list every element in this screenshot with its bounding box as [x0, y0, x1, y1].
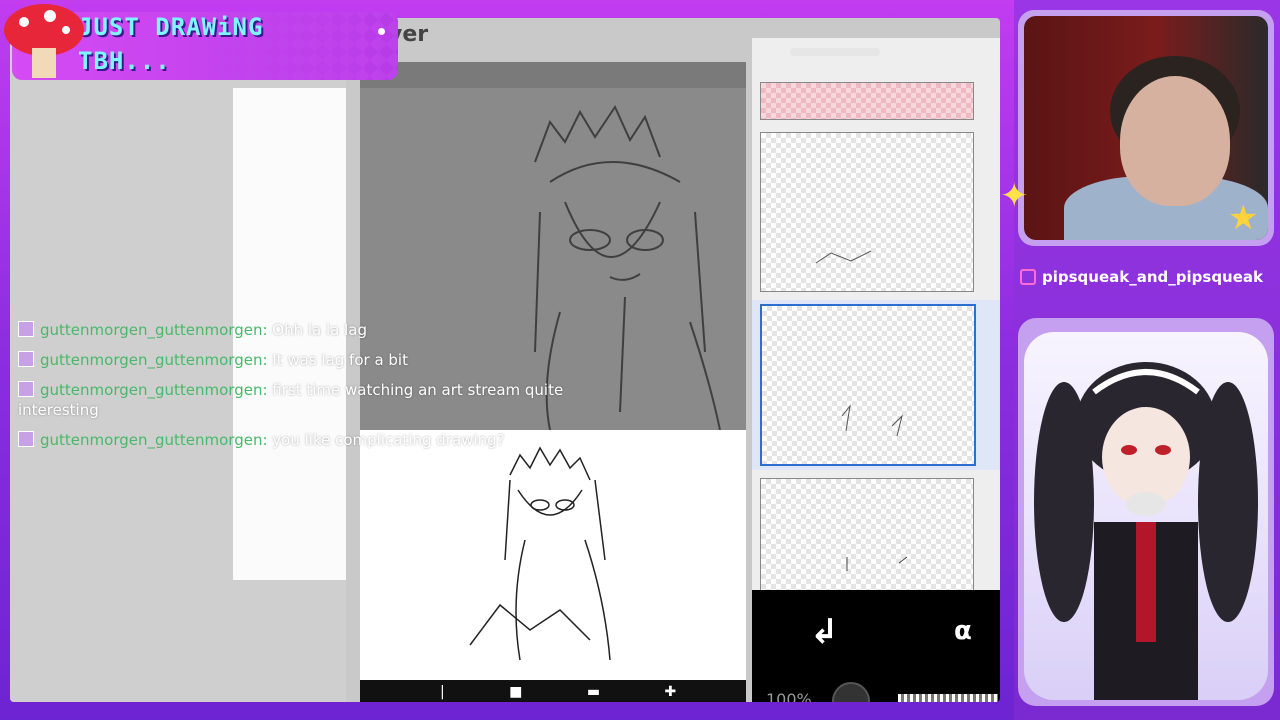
chat-username: guttenmorgen_guttenmorgen	[40, 381, 263, 399]
user-badge-icon	[18, 351, 34, 367]
alpha-lock-icon[interactable]: α	[954, 616, 972, 646]
mushroom-icon	[4, 4, 84, 78]
preview-sketch	[469, 446, 611, 661]
layer-controls: ↲ α 100%	[752, 590, 1000, 702]
character-card	[1018, 318, 1274, 706]
chat-message: guttenmorgen_guttenmorgen: Ohh la la lag	[18, 320, 578, 340]
streamer-face	[1120, 76, 1230, 206]
instagram-handle: pipsqueak_and_pipsqueak	[1020, 268, 1263, 286]
character-illustration	[1034, 362, 1258, 700]
sparkle-icon: ✦	[1000, 176, 1029, 216]
opacity-slider[interactable]	[898, 694, 998, 702]
stream-title: JUST DRAWiNG TBH...	[78, 10, 263, 78]
layer-thumbnail-1[interactable]	[760, 132, 974, 292]
user-badge-icon	[18, 321, 34, 337]
chat-message: guttenmorgen_guttenmorgen: you like comp…	[18, 430, 578, 450]
chat-text: Ohh la la lag	[272, 321, 368, 339]
dot-icon	[378, 28, 385, 35]
chat-username: guttenmorgen_guttenmorgen	[40, 351, 263, 369]
user-badge-icon	[18, 381, 34, 397]
chat-username: guttenmorgen_guttenmorgen	[40, 321, 263, 339]
layer-2-sketch	[841, 404, 903, 437]
title-line-2: TBH...	[78, 47, 171, 75]
canvas-toolbar: | ■ ▬ ✚ ▼	[360, 680, 746, 702]
layers-panel	[752, 38, 1000, 610]
character-art	[1024, 332, 1268, 700]
chat-overlay: guttenmorgen_guttenmorgen: Ohh la la lag…	[18, 320, 578, 460]
layer-thumbnail-2[interactable]	[760, 304, 976, 466]
layer-1-sketch	[815, 250, 872, 264]
title-line-1: JUST DRAWiNG	[78, 13, 264, 41]
canvas-preview	[360, 430, 746, 680]
layer-thumbnail-pink[interactable]	[760, 82, 974, 120]
opacity-knob[interactable]	[832, 682, 870, 702]
chat-text: you like complicating drawing?	[272, 431, 505, 449]
drag-handle[interactable]	[790, 48, 880, 56]
instagram-icon	[1020, 269, 1036, 285]
toolbar-icons[interactable]: | ■ ▬ ✚ ▼	[440, 684, 746, 702]
user-badge-icon	[18, 431, 34, 447]
merge-down-icon[interactable]: ↲	[810, 612, 839, 652]
chat-username: guttenmorgen_guttenmorgen	[40, 431, 263, 449]
chat-message: guttenmorgen_guttenmorgen: It was lag fo…	[18, 350, 578, 370]
chat-text: It was lag for a bit	[272, 351, 408, 369]
social-handle-text: pipsqueak_and_pipsqueak	[1042, 268, 1264, 286]
opacity-value: 100%	[766, 690, 812, 702]
chat-message: guttenmorgen_guttenmorgen: first time wa…	[18, 381, 564, 419]
star-icon: ★	[1228, 198, 1259, 238]
